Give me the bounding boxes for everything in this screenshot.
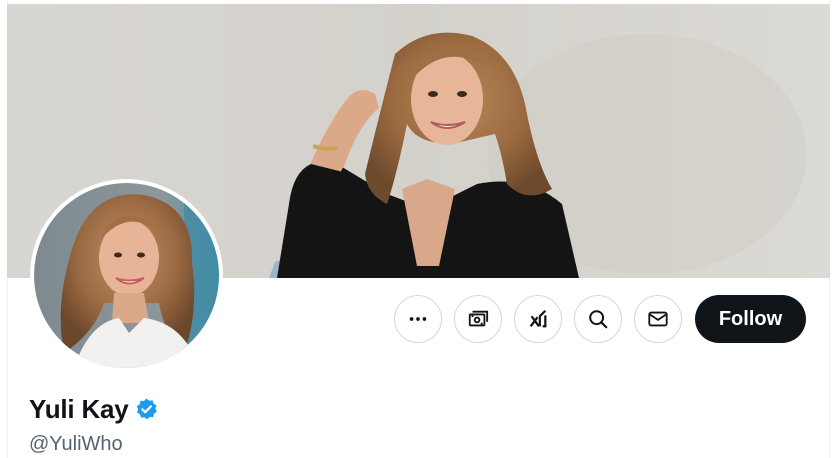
envelope-icon <box>648 311 668 327</box>
profile-avatar[interactable] <box>30 179 223 372</box>
subscribe-button[interactable] <box>454 295 502 343</box>
money-icon <box>468 310 489 327</box>
display-name: Yuli Kay <box>29 394 129 424</box>
more-button[interactable] <box>394 295 442 343</box>
verified-badge-icon[interactable] <box>134 397 159 422</box>
more-horizontal-icon <box>409 317 427 321</box>
profile-page: Follow Yuli Kay @YuliWho <box>0 0 834 458</box>
search-icon <box>589 310 608 329</box>
message-button[interactable] <box>634 295 682 343</box>
profile-actions: Follow <box>394 295 806 343</box>
follow-button[interactable]: Follow <box>695 295 806 343</box>
profile-handle: @YuliWho <box>29 433 123 455</box>
search-button[interactable] <box>574 295 622 343</box>
grok-icon <box>529 309 547 328</box>
profile-name-row: Yuli Kay <box>29 394 159 425</box>
grok-button[interactable] <box>514 295 562 343</box>
